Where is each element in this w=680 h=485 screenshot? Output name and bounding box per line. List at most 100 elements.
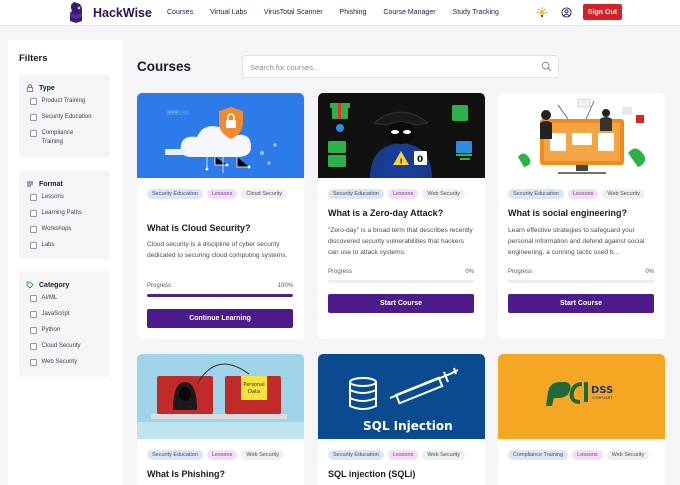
tag-badge: Cloud Security bbox=[241, 189, 288, 199]
progress-bar bbox=[147, 294, 293, 297]
svg-text:COMPLIANT: COMPLIANT bbox=[592, 396, 613, 400]
brand-name[interactable]: HackWise bbox=[93, 6, 152, 20]
nav-link-virustotal-scanner[interactable]: VirusTotal Scanner bbox=[264, 9, 323, 16]
checkbox[interactable] bbox=[30, 226, 37, 233]
list-icon bbox=[27, 181, 33, 187]
filter-option-lessons[interactable]: Lessons bbox=[19, 193, 110, 209]
filter-option-javascript[interactable]: JavaScript bbox=[19, 310, 110, 326]
filter-option-cloud-security[interactable]: Cloud Security bbox=[19, 342, 110, 358]
checkbox[interactable] bbox=[30, 295, 37, 302]
top-nav: HackWise Courses Virtual Labs VirusTotal… bbox=[0, 0, 680, 26]
card-title[interactable]: What Is Phishing? bbox=[147, 469, 225, 479]
checkbox[interactable] bbox=[30, 114, 37, 121]
tag-badge: Lessons bbox=[387, 450, 419, 460]
card-title[interactable]: What is Cloud Security? bbox=[147, 223, 251, 233]
sign-out-button[interactable]: Sign Out bbox=[583, 4, 622, 20]
card-description: Learn effective strategies to safeguard … bbox=[508, 227, 645, 256]
card-tags: Compliance Training Lessons Web Security bbox=[508, 450, 658, 460]
checkbox[interactable] bbox=[30, 242, 37, 249]
filter-option-labs[interactable]: Labs bbox=[19, 241, 110, 257]
filter-group-format: Format Lessons Learning Paths Workshops … bbox=[19, 170, 110, 259]
start-course-button[interactable]: Start Course bbox=[508, 294, 654, 313]
filter-option-security-education[interactable]: Security Education bbox=[19, 113, 110, 129]
course-search[interactable] bbox=[242, 55, 559, 78]
filter-group-title: Type bbox=[39, 84, 55, 92]
course-card[interactable]: Personal Data Security Education Lessons… bbox=[137, 354, 304, 485]
tag-badge: Security Education bbox=[508, 189, 564, 199]
filter-option-product-training[interactable]: Product Training bbox=[19, 97, 110, 113]
filter-option-workshops[interactable]: Workshops bbox=[19, 225, 110, 241]
filter-option-python[interactable]: Python bbox=[19, 326, 110, 342]
lightbulb-icon[interactable] bbox=[536, 7, 548, 19]
card-tags: Security Education Lessons Web Security bbox=[508, 189, 658, 199]
search-icon[interactable] bbox=[541, 61, 552, 72]
nav-link-course-manager[interactable]: Course Manager bbox=[383, 9, 435, 16]
sql-injection-illustration: SQL Injection bbox=[318, 354, 485, 439]
continue-learning-button[interactable]: Continue Learning bbox=[147, 309, 293, 328]
nav-link-study-tracking[interactable]: Study Tracking bbox=[453, 9, 499, 16]
cloud-security-illustration: * * * bbox=[137, 93, 304, 178]
filter-group-title: Category bbox=[39, 281, 70, 289]
progress-percent: 0% bbox=[465, 269, 474, 275]
filter-group-category: Category AI/ML JavaScript Python Cloud S… bbox=[19, 271, 110, 377]
checkbox[interactable] bbox=[30, 311, 37, 318]
nav-link-phishing[interactable]: Phishing bbox=[340, 9, 367, 16]
course-card[interactable]: SQL Injection Security Education Lessons… bbox=[318, 354, 485, 485]
filter-group-type: Type Product Training Security Education… bbox=[19, 74, 110, 158]
card-title[interactable]: What is a Zero-day Attack? bbox=[328, 208, 443, 218]
filters-title: Filters bbox=[19, 53, 48, 64]
phishing-illustration: Personal Data bbox=[137, 354, 304, 439]
tag-badge: Security Education bbox=[147, 450, 203, 460]
tag-badge: Lessons bbox=[572, 450, 603, 460]
course-card[interactable]: ! 0 Security Education Lessons Web Secur… bbox=[318, 93, 485, 339]
svg-text:0: 0 bbox=[417, 155, 423, 165]
checkbox[interactable] bbox=[30, 343, 37, 350]
svg-text:SQL Injection: SQL Injection bbox=[363, 419, 453, 433]
filter-option-compliance-training[interactable]: Compliance Training bbox=[19, 129, 97, 147]
tag-badge: Security Education bbox=[328, 450, 384, 460]
card-description: Cloud security is a discipline of cyber … bbox=[147, 241, 288, 259]
card-title[interactable]: SQL injection (SQLi) bbox=[328, 469, 415, 479]
tag-badge: Security Education bbox=[147, 189, 203, 199]
card-tags: Security Education Lessons Web Security bbox=[328, 450, 478, 460]
progress-percent: 100% bbox=[277, 283, 293, 289]
svg-text:Personal: Personal bbox=[243, 382, 264, 388]
hackwise-logo-icon[interactable] bbox=[68, 1, 84, 23]
svg-text:* * *: * * * bbox=[168, 111, 178, 117]
checkbox[interactable] bbox=[30, 130, 37, 137]
card-description: "Zero-day" is a broad term that describe… bbox=[328, 227, 473, 256]
card-tags: Security Education Lessons Web Security bbox=[147, 450, 297, 460]
tag-badge: Lessons bbox=[206, 189, 238, 199]
progress-bar bbox=[328, 280, 474, 283]
nav-link-virtual-labs[interactable]: Virtual Labs bbox=[210, 9, 247, 16]
checkbox[interactable] bbox=[30, 359, 37, 366]
filter-option-ai-ml[interactable]: AI/ML bbox=[19, 294, 110, 310]
tag-badge: Compliance Training bbox=[508, 450, 569, 460]
tag-badge: Lessons bbox=[206, 450, 238, 460]
filter-group-title: Format bbox=[39, 180, 63, 188]
checkbox[interactable] bbox=[30, 98, 37, 105]
filters-sidebar: Filters Type Product Training Security E… bbox=[8, 40, 122, 485]
tag-badge: Web Security bbox=[422, 189, 465, 199]
tag-badge: Security Education bbox=[328, 189, 384, 199]
pci-dss-illustration: DSS COMPLIANT bbox=[498, 354, 665, 439]
user-account-icon[interactable] bbox=[561, 7, 572, 18]
course-card[interactable]: DSS COMPLIANT Compliance Training Lesson… bbox=[498, 354, 665, 485]
course-card[interactable]: Security Education Lessons Web Security … bbox=[498, 93, 665, 339]
search-input[interactable] bbox=[250, 61, 530, 73]
tag-badge: Web Security bbox=[241, 450, 284, 460]
nav-link-courses[interactable]: Courses bbox=[167, 9, 193, 16]
card-title[interactable]: What is social engineering? bbox=[508, 208, 627, 218]
filter-option-web-security[interactable]: Web Security bbox=[19, 358, 110, 374]
filter-option-learning-paths[interactable]: Learning Paths bbox=[19, 209, 110, 225]
checkbox[interactable] bbox=[30, 194, 37, 201]
checkbox[interactable] bbox=[30, 210, 37, 217]
tag-badge: Web Security bbox=[422, 450, 465, 460]
start-course-button[interactable]: Start Course bbox=[328, 294, 474, 313]
page-title: Courses bbox=[137, 59, 192, 74]
card-tags: Security Education Lessons Web Security bbox=[328, 189, 478, 199]
checkbox[interactable] bbox=[30, 327, 37, 334]
tag-badge: Lessons bbox=[387, 189, 419, 199]
lock-icon bbox=[26, 84, 34, 92]
course-card[interactable]: * * * Security Education Lessons Cloud S… bbox=[137, 93, 304, 339]
